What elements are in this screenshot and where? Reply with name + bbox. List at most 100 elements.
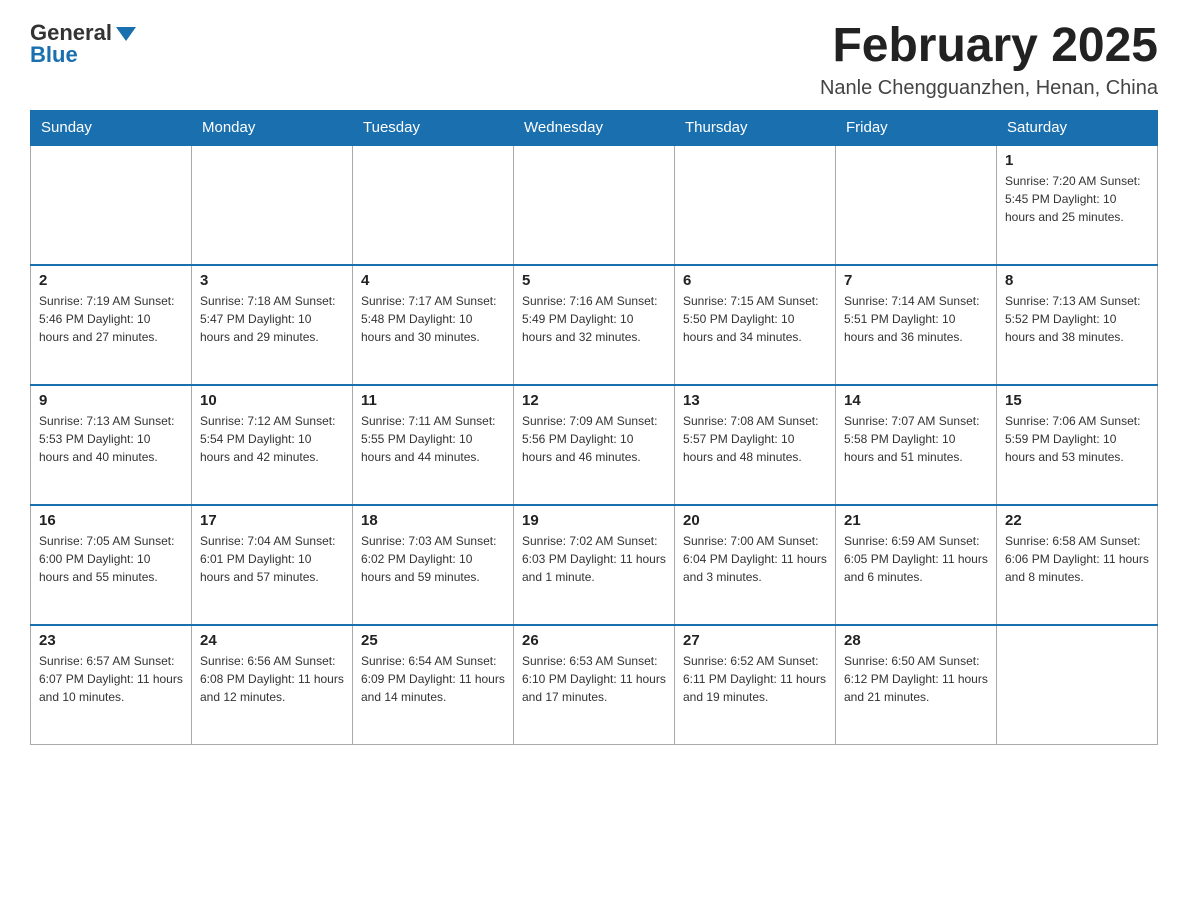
calendar-week-row: 9 Sunrise: 7:13 AM Sunset: 5:53 PM Daylig… [31,385,1158,505]
day-info: Sunrise: 7:18 AM Sunset: 5:47 PM Dayligh… [200,292,344,346]
day-number: 7 [844,272,988,289]
day-info: Sunrise: 7:09 AM Sunset: 5:56 PM Dayligh… [522,412,666,466]
day-number: 1 [1005,152,1149,169]
calendar-day-cell: 9 Sunrise: 7:13 AM Sunset: 5:53 PM Daylig… [31,385,192,505]
calendar-day-cell [675,145,836,265]
day-number: 21 [844,512,988,529]
day-number: 3 [200,272,344,289]
day-number: 19 [522,512,666,529]
day-info: Sunrise: 7:16 AM Sunset: 5:49 PM Dayligh… [522,292,666,346]
calendar-day-cell: 6 Sunrise: 7:15 AM Sunset: 5:50 PM Daylig… [675,265,836,385]
day-info: Sunrise: 7:05 AM Sunset: 6:00 PM Dayligh… [39,532,183,586]
day-number: 27 [683,632,827,649]
day-info: Sunrise: 7:19 AM Sunset: 5:46 PM Dayligh… [39,292,183,346]
calendar-day-cell: 8 Sunrise: 7:13 AM Sunset: 5:52 PM Daylig… [997,265,1158,385]
logo-blue-text: Blue [30,42,78,68]
day-of-week-header: Friday [836,110,997,145]
calendar-day-cell: 5 Sunrise: 7:16 AM Sunset: 5:49 PM Daylig… [514,265,675,385]
day-info: Sunrise: 7:00 AM Sunset: 6:04 PM Dayligh… [683,532,827,586]
calendar-day-cell: 26 Sunrise: 6:53 AM Sunset: 6:10 PM Dayli… [514,625,675,745]
day-info: Sunrise: 7:12 AM Sunset: 5:54 PM Dayligh… [200,412,344,466]
calendar-week-row: 2 Sunrise: 7:19 AM Sunset: 5:46 PM Daylig… [31,265,1158,385]
calendar-week-row: 23 Sunrise: 6:57 AM Sunset: 6:07 PM Dayli… [31,625,1158,745]
calendar-day-cell: 16 Sunrise: 7:05 AM Sunset: 6:00 PM Dayli… [31,505,192,625]
day-info: Sunrise: 7:08 AM Sunset: 5:57 PM Dayligh… [683,412,827,466]
day-info: Sunrise: 6:53 AM Sunset: 6:10 PM Dayligh… [522,652,666,706]
day-number: 6 [683,272,827,289]
day-number: 12 [522,392,666,409]
calendar-day-cell [192,145,353,265]
day-info: Sunrise: 6:56 AM Sunset: 6:08 PM Dayligh… [200,652,344,706]
day-info: Sunrise: 6:50 AM Sunset: 6:12 PM Dayligh… [844,652,988,706]
day-of-week-header: Tuesday [353,110,514,145]
day-info: Sunrise: 7:17 AM Sunset: 5:48 PM Dayligh… [361,292,505,346]
day-info: Sunrise: 6:59 AM Sunset: 6:05 PM Dayligh… [844,532,988,586]
day-number: 2 [39,272,183,289]
calendar-day-cell: 4 Sunrise: 7:17 AM Sunset: 5:48 PM Daylig… [353,265,514,385]
calendar-week-row: 1 Sunrise: 7:20 AM Sunset: 5:45 PM Daylig… [31,145,1158,265]
day-number: 8 [1005,272,1149,289]
day-info: Sunrise: 7:13 AM Sunset: 5:52 PM Dayligh… [1005,292,1149,346]
day-number: 10 [200,392,344,409]
calendar-day-cell: 14Sunrise: 7:07 AM Sunset: 5:58 PM Dayli… [836,385,997,505]
day-info: Sunrise: 7:06 AM Sunset: 5:59 PM Dayligh… [1005,412,1149,466]
calendar-day-cell: 10 Sunrise: 7:12 AM Sunset: 5:54 PM Dayli… [192,385,353,505]
calendar-day-cell: 18 Sunrise: 7:03 AM Sunset: 6:02 PM Dayli… [353,505,514,625]
calendar-day-cell: 23 Sunrise: 6:57 AM Sunset: 6:07 PM Dayli… [31,625,192,745]
calendar-week-row: 16 Sunrise: 7:05 AM Sunset: 6:00 PM Dayli… [31,505,1158,625]
day-number: 24 [200,632,344,649]
day-number: 9 [39,392,183,409]
day-info: Sunrise: 6:52 AM Sunset: 6:11 PM Dayligh… [683,652,827,706]
day-info: Sunrise: 7:13 AM Sunset: 5:53 PM Dayligh… [39,412,183,466]
month-year-title: February 2025 [820,20,1158,73]
calendar-table: SundayMondayTuesdayWednesdayThursdayFrid… [30,110,1158,746]
day-info: Sunrise: 7:03 AM Sunset: 6:02 PM Dayligh… [361,532,505,586]
day-info: Sunrise: 6:54 AM Sunset: 6:09 PM Dayligh… [361,652,505,706]
calendar-day-cell: 28 Sunrise: 6:50 AM Sunset: 6:12 PM Dayli… [836,625,997,745]
day-number: 20 [683,512,827,529]
title-block: February 2025 Nanle Chengguanzhen, Henan… [820,20,1158,100]
calendar-day-cell: 2 Sunrise: 7:19 AM Sunset: 5:46 PM Daylig… [31,265,192,385]
day-number: 18 [361,512,505,529]
calendar-header-row: SundayMondayTuesdayWednesdayThursdayFrid… [31,110,1158,145]
calendar-day-cell: 19 Sunrise: 7:02 AM Sunset: 6:03 PM Dayli… [514,505,675,625]
day-of-week-header: Monday [192,110,353,145]
calendar-day-cell [353,145,514,265]
day-number: 26 [522,632,666,649]
calendar-day-cell: 3 Sunrise: 7:18 AM Sunset: 5:47 PM Daylig… [192,265,353,385]
day-number: 11 [361,392,505,409]
day-number: 22 [1005,512,1149,529]
calendar-day-cell: 15 Sunrise: 7:06 AM Sunset: 5:59 PM Dayli… [997,385,1158,505]
day-info: Sunrise: 6:58 AM Sunset: 6:06 PM Dayligh… [1005,532,1149,586]
logo: General Blue [30,20,136,68]
calendar-day-cell [514,145,675,265]
day-info: Sunrise: 7:07 AM Sunset: 5:58 PM Dayligh… [844,412,988,466]
calendar-day-cell: 20 Sunrise: 7:00 AM Sunset: 6:04 PM Dayli… [675,505,836,625]
day-of-week-header: Sunday [31,110,192,145]
day-info: Sunrise: 7:04 AM Sunset: 6:01 PM Dayligh… [200,532,344,586]
logo-arrow-icon [116,27,136,41]
calendar-day-cell: 11 Sunrise: 7:11 AM Sunset: 5:55 PM Dayli… [353,385,514,505]
calendar-day-cell: 17Sunrise: 7:04 AM Sunset: 6:01 PM Dayli… [192,505,353,625]
day-info: Sunrise: 7:14 AM Sunset: 5:51 PM Dayligh… [844,292,988,346]
day-number: 5 [522,272,666,289]
calendar-day-cell: 27 Sunrise: 6:52 AM Sunset: 6:11 PM Dayli… [675,625,836,745]
day-of-week-header: Wednesday [514,110,675,145]
day-number: 25 [361,632,505,649]
calendar-day-cell: 24 Sunrise: 6:56 AM Sunset: 6:08 PM Dayli… [192,625,353,745]
day-number: 28 [844,632,988,649]
day-of-week-header: Saturday [997,110,1158,145]
day-number: 4 [361,272,505,289]
page-header: General Blue February 2025 Nanle Chenggu… [30,20,1158,100]
day-info: Sunrise: 7:02 AM Sunset: 6:03 PM Dayligh… [522,532,666,586]
day-info: Sunrise: 7:20 AM Sunset: 5:45 PM Dayligh… [1005,172,1149,226]
day-info: Sunrise: 7:15 AM Sunset: 5:50 PM Dayligh… [683,292,827,346]
calendar-day-cell: 25 Sunrise: 6:54 AM Sunset: 6:09 PM Dayli… [353,625,514,745]
day-number: 16 [39,512,183,529]
day-info: Sunrise: 7:11 AM Sunset: 5:55 PM Dayligh… [361,412,505,466]
calendar-day-cell: 1 Sunrise: 7:20 AM Sunset: 5:45 PM Daylig… [997,145,1158,265]
calendar-day-cell: 13Sunrise: 7:08 AM Sunset: 5:57 PM Dayli… [675,385,836,505]
day-number: 15 [1005,392,1149,409]
day-number: 23 [39,632,183,649]
day-info: Sunrise: 6:57 AM Sunset: 6:07 PM Dayligh… [39,652,183,706]
